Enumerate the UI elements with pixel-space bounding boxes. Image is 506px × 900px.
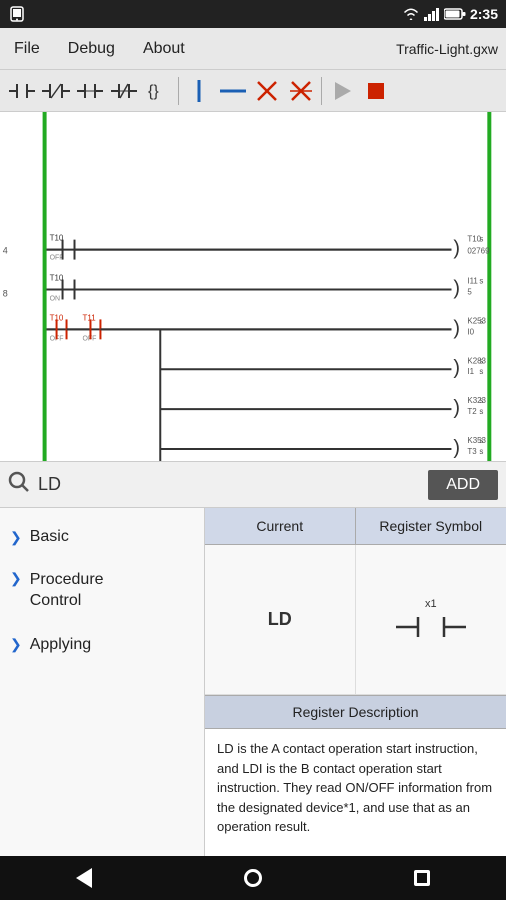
home-button[interactable] [235, 860, 271, 896]
bottom-panel: ❯ Basic ❯ ProcedureControl ❯ Applying Cu… [0, 508, 506, 898]
svg-text:): ) [453, 277, 460, 299]
category-basic[interactable]: ❯ Basic [0, 516, 204, 558]
no-contact-button[interactable] [6, 75, 38, 107]
current-value-cell: LD [205, 545, 356, 694]
back-icon [76, 868, 92, 888]
toolbar-divider2 [321, 77, 322, 105]
chevron-procedure-icon: ❯ [10, 570, 22, 587]
menu-about[interactable]: About [137, 36, 191, 62]
svg-text:): ) [453, 238, 460, 260]
menu-file[interactable]: File [8, 36, 46, 62]
wifi-icon [402, 7, 420, 21]
svg-text:ON: ON [50, 295, 60, 302]
category-applying-label: Applying [30, 636, 91, 654]
category-applying[interactable]: ❯ Applying [0, 624, 204, 666]
svg-text:I11: I11 [467, 277, 478, 286]
svg-text:8: 8 [3, 288, 8, 298]
svg-text:s: s [479, 436, 483, 445]
current-value-label: LD [268, 609, 292, 630]
time-display: 2:35 [470, 6, 498, 22]
svg-text:s: s [479, 316, 483, 325]
status-left [8, 5, 26, 23]
symbol-header: Current Register Symbol [205, 508, 506, 545]
play-button[interactable] [326, 75, 358, 107]
toolbar: {} [0, 70, 506, 112]
stop-button[interactable] [360, 75, 392, 107]
horizontal-line-button[interactable] [217, 75, 249, 107]
register-description-header: Register Description [205, 695, 506, 729]
nav-bar [0, 856, 506, 900]
svg-text:): ) [453, 357, 460, 379]
register-symbol-cell: x1 [356, 545, 506, 694]
symbol-row-ld: LD x1 [205, 545, 506, 695]
ld-x1-label: x1 [425, 598, 437, 610]
svg-text:s: s [479, 235, 483, 244]
search-icon [8, 471, 30, 499]
svg-text:5: 5 [467, 287, 472, 296]
ladder-diagram: 4 8 28 T10 OFF ) T10 s 02769 T10 ON ) I1… [0, 112, 506, 462]
phone-icon [8, 5, 26, 23]
search-input[interactable] [38, 474, 420, 495]
recent-button[interactable] [404, 860, 440, 896]
svg-text:K353: K353 [467, 436, 486, 445]
svg-text:K283: K283 [467, 356, 486, 365]
svg-text:I0: I0 [467, 327, 474, 336]
svg-text:T3: T3 [467, 447, 477, 456]
status-bar: 2:35 [0, 0, 506, 28]
special-contact-button[interactable]: {} [142, 75, 174, 107]
delete-x-button[interactable] [251, 75, 283, 107]
svg-text:4: 4 [3, 246, 8, 256]
ni-contact-button[interactable] [108, 75, 140, 107]
ld-symbol-display: x1 [396, 598, 466, 642]
menu-debug[interactable]: Debug [62, 36, 121, 62]
menu-bar: File Debug About Traffic-Light.gxw [0, 28, 506, 70]
svg-text:s: s [479, 407, 483, 416]
svg-text:02769: 02769 [467, 247, 490, 256]
vertical-line-button[interactable] [183, 75, 215, 107]
category-basic-label: Basic [30, 528, 69, 546]
chevron-applying-icon: ❯ [10, 636, 22, 653]
svg-text:I1: I1 [467, 367, 474, 376]
col-register: Register Symbol [356, 508, 506, 544]
svg-text:OFF: OFF [50, 255, 64, 262]
svg-text:OFF: OFF [82, 335, 96, 342]
svg-text:T11: T11 [82, 313, 96, 322]
svg-text:K253: K253 [467, 316, 486, 325]
svg-text:s: s [479, 447, 483, 456]
category-panel: ❯ Basic ❯ ProcedureControl ❯ Applying [0, 508, 205, 898]
svg-text:T2: T2 [467, 407, 477, 416]
category-procedure-label: ProcedureControl [30, 570, 104, 612]
signal-icon [424, 7, 440, 21]
search-bar: ADD [0, 462, 506, 508]
svg-text:): ) [453, 437, 460, 459]
chevron-basic-icon: ❯ [10, 529, 22, 546]
symbol-panel: Current Register Symbol LD x1 [205, 508, 506, 898]
battery-icon [444, 8, 466, 20]
svg-text:s: s [479, 396, 483, 405]
svg-text:s: s [479, 356, 483, 365]
svg-text:s: s [479, 367, 483, 376]
ld-contact-diagram [396, 612, 466, 642]
status-right: 2:35 [402, 6, 498, 22]
add-button[interactable]: ADD [428, 470, 498, 500]
category-procedure-control[interactable]: ❯ ProcedureControl [0, 558, 204, 624]
nc-contact-button[interactable] [74, 75, 106, 107]
delete-x2-button[interactable] [285, 75, 317, 107]
np-contact-button[interactable] [40, 75, 72, 107]
svg-text:s: s [479, 277, 483, 286]
back-button[interactable] [66, 860, 102, 896]
svg-text:): ) [453, 397, 460, 419]
home-icon [244, 869, 262, 887]
svg-text:): ) [453, 317, 460, 339]
menu-title: Traffic-Light.gxw [396, 41, 498, 57]
svg-text:{}: {} [148, 83, 159, 100]
recent-icon [414, 870, 430, 886]
toolbar-divider1 [178, 77, 179, 105]
col-current: Current [205, 508, 356, 544]
svg-text:K323: K323 [467, 396, 486, 405]
